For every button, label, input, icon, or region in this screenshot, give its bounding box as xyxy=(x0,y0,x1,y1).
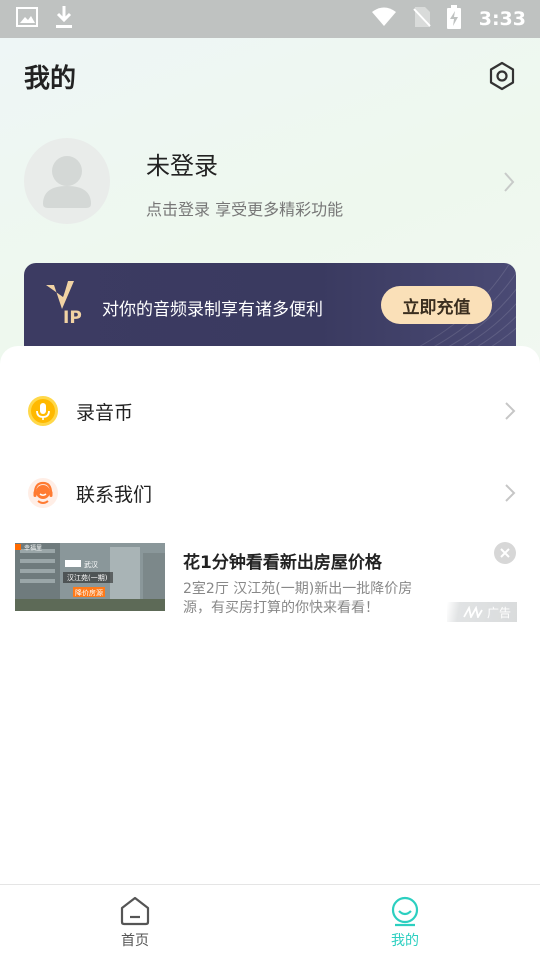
home-icon xyxy=(120,896,150,926)
ad-logo-icon xyxy=(463,606,483,618)
menu-item-label: 联系我们 xyxy=(76,483,153,506)
ad-close-button[interactable] xyxy=(494,542,516,564)
smile-icon xyxy=(391,896,419,927)
battery-charging-icon xyxy=(446,5,461,33)
login-subtitle[interactable]: 点击登录 享受更多精彩功能 xyxy=(146,196,343,220)
user-placeholder-icon xyxy=(43,156,91,208)
no-sim-icon xyxy=(413,6,431,32)
ad-description[interactable]: 2室2厅 汉江苑(一期)新出一批降价房源，有买房打算的你快来看看！ xyxy=(183,580,433,618)
ad-badge: 广告 xyxy=(447,602,517,622)
status-bar: 3:33 xyxy=(0,0,540,38)
image-icon xyxy=(16,7,38,31)
chevron-right-icon xyxy=(503,482,517,504)
settings-button[interactable] xyxy=(486,60,518,92)
status-right: 3:33 xyxy=(371,5,526,33)
page-title: 我的 xyxy=(24,64,77,94)
svg-text:IP: IP xyxy=(63,308,82,325)
ad-image-brand: 幸福里 xyxy=(24,544,42,552)
chevron-right-icon[interactable] xyxy=(500,168,518,196)
nav-home[interactable]: 首页 xyxy=(0,885,270,960)
bottom-nav: 首页 我的 xyxy=(0,884,540,960)
wifi-icon xyxy=(371,7,397,31)
ad-image[interactable]: 幸福里 武汉 汉江苑(一期) 降价房源 xyxy=(15,543,165,611)
vip-text: 对你的音频录制享有诸多便利 xyxy=(102,300,323,320)
nav-mine-label: 我的 xyxy=(391,933,419,949)
ad-card[interactable]: 幸福里 武汉 汉江苑(一期) 降价房源 花1分钟看看新出房屋价格 2室2厅 汉江… xyxy=(15,540,517,624)
download-icon xyxy=(54,5,74,33)
avatar[interactable] xyxy=(24,138,110,224)
ad-title[interactable]: 花1分钟看看新出房屋价格 xyxy=(183,548,382,573)
menu-item-coins[interactable]: 录音币 xyxy=(0,376,540,446)
nav-home-label: 首页 xyxy=(121,933,149,949)
vip-banner[interactable]: IP 对你的音频录制享有诸多便利 立即充值 xyxy=(24,263,516,358)
vip-logo-icon: IP xyxy=(46,281,94,328)
ad-badge-label: 广告 xyxy=(486,605,511,620)
status-time: 3:33 xyxy=(478,8,526,30)
chevron-right-icon xyxy=(503,400,517,422)
menu-item-label: 录音币 xyxy=(76,401,134,424)
customer-service-icon xyxy=(27,477,59,509)
ad-image-city: 武汉 xyxy=(84,560,98,569)
close-icon xyxy=(500,548,510,558)
ad-image-estate: 汉江苑(一期) xyxy=(67,573,108,582)
status-left xyxy=(16,5,74,33)
recharge-button[interactable]: 立即充值 xyxy=(381,286,492,324)
menu-item-contact[interactable]: 联系我们 xyxy=(0,458,540,528)
microphone-coin-icon xyxy=(27,395,59,427)
ad-image-tag: 降价房源 xyxy=(75,588,103,597)
login-title[interactable]: 未登录 xyxy=(146,146,218,181)
settings-hexagon-icon xyxy=(489,61,515,91)
nav-mine[interactable]: 我的 xyxy=(270,885,540,960)
